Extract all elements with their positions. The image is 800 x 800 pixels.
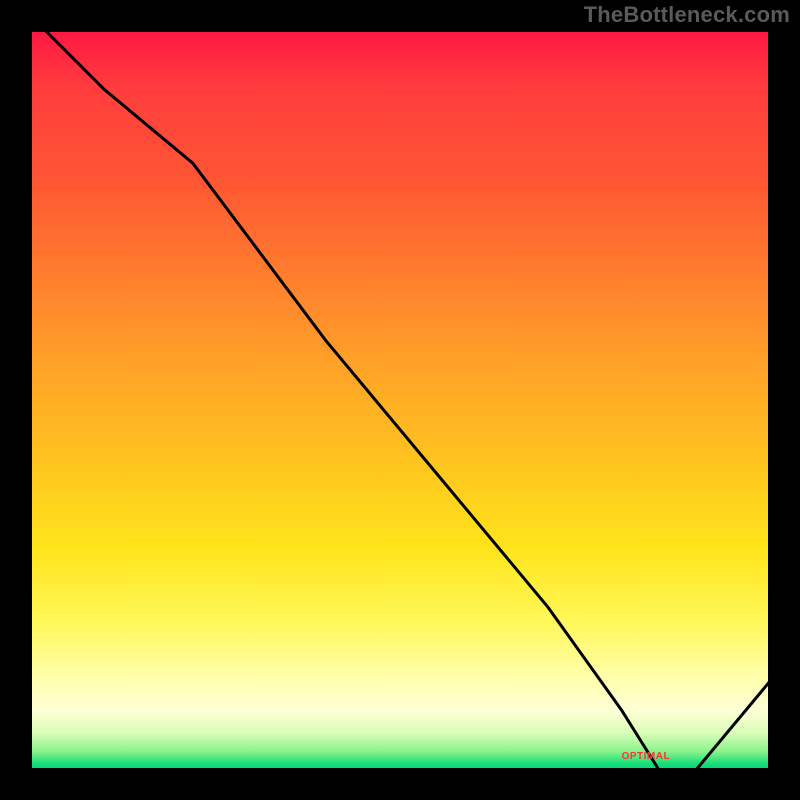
watermark-text: TheBottleneck.com [584, 2, 790, 28]
plot-area: OPTIMAL [30, 30, 770, 770]
chart-frame: TheBottleneck.com OPTIMAL [0, 0, 800, 800]
optimal-label: OPTIMAL [622, 751, 671, 762]
bottleneck-curve [30, 30, 770, 770]
